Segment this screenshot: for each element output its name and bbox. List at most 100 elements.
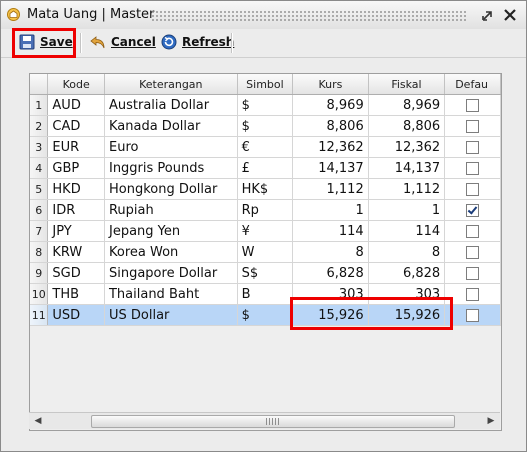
column-header-default[interactable]: Defau <box>444 74 501 95</box>
cell-fiskal[interactable]: 12,362 <box>368 136 446 158</box>
default-checkbox[interactable] <box>466 119 480 133</box>
row-number[interactable]: 4 <box>30 157 49 179</box>
cell-kode[interactable]: CAD <box>47 115 105 137</box>
cell-simbol[interactable]: $ <box>237 115 294 137</box>
cell-kurs[interactable]: 6,828 <box>292 262 369 284</box>
cell-fiskal[interactable]: 303 <box>368 283 446 305</box>
horizontal-scrollbar[interactable]: ◀ ▶ <box>29 412 500 429</box>
row-number[interactable]: 10 <box>30 283 49 305</box>
cell-fiskal[interactable]: 114 <box>368 220 446 242</box>
table-row[interactable]: 4 GBP Inggris Pounds £14,137 14,137 <box>30 157 501 179</box>
cell-kurs[interactable]: 1 <box>292 199 369 221</box>
cell-default[interactable] <box>444 157 501 179</box>
cell-kurs[interactable]: 15,926 <box>292 304 369 326</box>
cell-kurs[interactable]: 8 <box>292 241 369 263</box>
cell-keterangan[interactable]: Thailand Baht <box>104 283 238 305</box>
row-number[interactable]: 6 <box>30 199 49 221</box>
table-row[interactable]: 9 SGD Singapore Dollar S$ 6,828 6,828 <box>30 262 501 284</box>
cell-kode[interactable]: AUD <box>47 94 105 116</box>
cell-fiskal[interactable]: 8,969 <box>368 94 446 116</box>
cell-keterangan[interactable]: Singapore Dollar <box>104 262 238 284</box>
cell-kurs[interactable]: 14,137 <box>292 157 369 179</box>
cell-default[interactable] <box>444 220 501 242</box>
scrollbar-thumb[interactable] <box>91 415 455 428</box>
cell-kurs[interactable]: 12,362 <box>292 136 369 158</box>
cell-kode[interactable]: KRW <box>47 241 105 263</box>
table-row[interactable]: 8 KRW Korea Won W 8 8 <box>30 241 501 263</box>
column-header-fiskal[interactable]: Fiskal <box>368 74 446 95</box>
default-checkbox[interactable] <box>466 224 480 238</box>
cell-keterangan[interactable]: Hongkong Dollar <box>104 178 238 200</box>
default-checkbox[interactable] <box>466 266 480 280</box>
default-checkbox[interactable] <box>466 245 480 259</box>
table-row[interactable]: 1 AUD Australia Dollar $8,969 8,969 <box>30 94 501 116</box>
cell-keterangan[interactable]: Jepang Yen <box>104 220 238 242</box>
cell-simbol[interactable]: HK$ <box>237 178 294 200</box>
default-checkbox[interactable] <box>466 182 480 196</box>
table-row[interactable]: 10 THB Thailand Baht B 303 303 <box>30 283 501 305</box>
cell-fiskal[interactable]: 8,806 <box>368 115 446 137</box>
row-number[interactable]: 5 <box>30 178 49 200</box>
default-checkbox[interactable] <box>466 203 480 217</box>
refresh-button[interactable]: Refresh <box>161 30 234 54</box>
cell-simbol[interactable]: $ <box>237 304 294 326</box>
column-header-kurs[interactable]: Kurs <box>292 74 369 95</box>
cell-default[interactable] <box>444 283 501 305</box>
default-checkbox[interactable] <box>466 161 480 175</box>
default-checkbox[interactable] <box>466 140 480 154</box>
cell-fiskal[interactable]: 1 <box>368 199 446 221</box>
cell-kode[interactable]: HKD <box>47 178 105 200</box>
save-button[interactable]: Save <box>19 30 73 54</box>
default-checkbox[interactable] <box>466 287 480 301</box>
table-row[interactable]: 5 HKD Hongkong Dollar HK$ 1,112 1,112 <box>30 178 501 200</box>
column-header-kode[interactable]: Kode <box>47 74 105 95</box>
cell-simbol[interactable]: W <box>237 241 294 263</box>
cell-keterangan[interactable]: Rupiah <box>104 199 238 221</box>
default-checkbox[interactable] <box>466 98 480 112</box>
row-number[interactable]: 1 <box>30 94 49 116</box>
cell-kode[interactable]: SGD <box>47 262 105 284</box>
cell-keterangan[interactable]: Inggris Pounds <box>104 157 238 179</box>
table-row[interactable]: 6 IDR Rupiah Rp 1 1 <box>30 199 501 221</box>
cell-simbol[interactable]: £ <box>237 157 294 179</box>
title-bar[interactable]: Mata Uang | Master <box>1 1 526 30</box>
table-row[interactable]: 3 EUR Euro €12,362 12,362 <box>30 136 501 158</box>
cell-keterangan[interactable]: Korea Won <box>104 241 238 263</box>
row-number[interactable]: 2 <box>30 115 49 137</box>
cell-kode[interactable]: EUR <box>47 136 105 158</box>
cell-kode[interactable]: JPY <box>47 220 105 242</box>
close-icon[interactable] <box>501 6 519 24</box>
row-number[interactable]: 11 <box>30 304 49 326</box>
cell-simbol[interactable]: $ <box>237 94 294 116</box>
scroll-left-icon[interactable]: ◀ <box>31 414 45 428</box>
cell-default[interactable] <box>444 115 501 137</box>
cell-fiskal[interactable]: 15,926 <box>368 304 446 326</box>
cell-kurs[interactable]: 8,969 <box>292 94 369 116</box>
table-row[interactable]: 2 CAD Kanada Dollar $8,806 8,806 <box>30 115 501 137</box>
cell-kode[interactable]: THB <box>47 283 105 305</box>
cell-fiskal[interactable]: 6,828 <box>368 262 446 284</box>
row-number[interactable]: 7 <box>30 220 49 242</box>
cell-default[interactable] <box>444 262 501 284</box>
cell-simbol[interactable]: € <box>237 136 294 158</box>
cell-simbol[interactable]: S$ <box>237 262 294 284</box>
cancel-button[interactable]: Cancel <box>90 30 156 54</box>
cell-default[interactable] <box>444 199 501 221</box>
row-number[interactable]: 9 <box>30 262 49 284</box>
cell-keterangan[interactable]: US Dollar <box>104 304 238 326</box>
cell-fiskal[interactable]: 14,137 <box>368 157 446 179</box>
cell-kurs[interactable]: 1,112 <box>292 178 369 200</box>
cell-kode[interactable]: USD <box>47 304 105 326</box>
cell-kurs[interactable]: 8,806 <box>292 115 369 137</box>
cell-default[interactable] <box>444 304 501 326</box>
column-header-simbol[interactable]: Simbol <box>237 74 294 95</box>
cell-default[interactable] <box>444 94 501 116</box>
row-number[interactable]: 3 <box>30 136 49 158</box>
cell-simbol[interactable]: Rp <box>237 199 294 221</box>
cell-default[interactable] <box>444 241 501 263</box>
cell-kode[interactable]: GBP <box>47 157 105 179</box>
row-number[interactable]: 8 <box>30 241 49 263</box>
cell-kode[interactable]: IDR <box>47 199 105 221</box>
cell-simbol[interactable]: ¥ <box>237 220 294 242</box>
cell-kurs[interactable]: 114 <box>292 220 369 242</box>
